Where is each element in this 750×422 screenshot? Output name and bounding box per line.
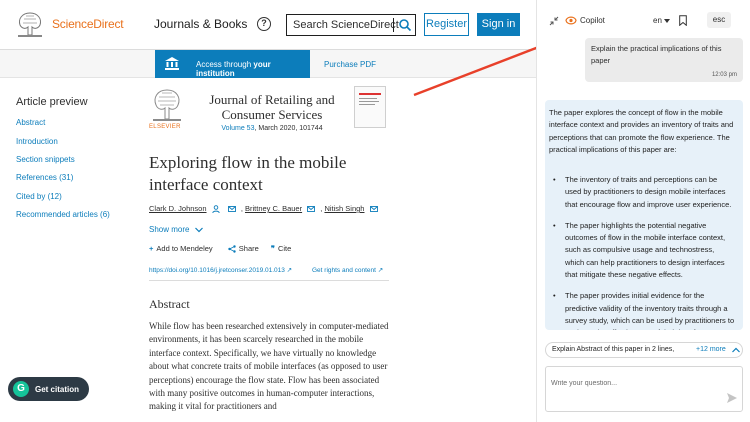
grammarly-icon: G xyxy=(13,381,29,397)
institution-icon xyxy=(165,57,179,70)
user-message-bubble: Explain the practical implications of th… xyxy=(585,38,743,82)
outline-item-recommended[interactable]: Recommended articles (6) xyxy=(16,210,110,219)
search-input[interactable]: Search ScienceDirect xyxy=(293,19,399,31)
brand-name[interactable]: ScienceDirect xyxy=(52,17,124,31)
mail-icon[interactable] xyxy=(307,206,316,212)
mendeley-plus-icon: + xyxy=(149,244,154,253)
doi-link[interactable]: https://doi.org/10.1016/j.jretconser.201… xyxy=(149,266,292,274)
add-to-mendeley-button[interactable]: + Add to Mendeley xyxy=(149,244,213,253)
outline-item-cited-by[interactable]: Cited by (12) xyxy=(16,192,62,201)
outline-item-abstract[interactable]: Abstract xyxy=(16,118,45,127)
share-label: Share xyxy=(238,244,259,253)
esc-close-button[interactable]: esc xyxy=(707,12,731,28)
suggestion-chip[interactable]: Explain Abstract of this paper in 2 line… xyxy=(545,342,743,358)
access-institution-button[interactable]: Access through your institution xyxy=(155,50,310,78)
author-list: Clark D. Johnson , Brittney C. Bauer , N… xyxy=(149,204,381,214)
copilot-icon xyxy=(565,16,577,25)
abstract-heading: Abstract xyxy=(149,297,190,311)
abstract-text: While flow has been researched extensive… xyxy=(149,321,389,412)
elsevier-tree-icon[interactable] xyxy=(150,87,184,124)
mail-icon[interactable] xyxy=(369,206,378,212)
access-label: Access through your institution xyxy=(196,60,310,78)
share-icon xyxy=(228,245,236,253)
rights-content-link[interactable]: Get rights and content ↗ xyxy=(312,266,383,274)
collapse-icon[interactable] xyxy=(549,16,559,26)
more-suggestions-button[interactable]: +12 more xyxy=(696,346,726,353)
journals-books-link[interactable]: Journals & Books xyxy=(154,17,247,31)
mail-icon[interactable] xyxy=(227,206,236,212)
share-button[interactable]: Share xyxy=(225,244,259,253)
search-box[interactable]: Search ScienceDirect xyxy=(286,14,416,36)
chevron-down-icon xyxy=(194,227,203,233)
message-timestamp: 12:03 pm xyxy=(711,72,737,78)
journal-cover-image[interactable] xyxy=(354,86,386,128)
tree-logo-icon[interactable] xyxy=(14,9,46,39)
outline-item-section-snippets[interactable]: Section snippets xyxy=(16,155,75,164)
list-item: The paper highlights the potential negat… xyxy=(549,220,735,281)
help-icon[interactable]: ? xyxy=(257,17,271,31)
outline-item-references[interactable]: References (31) xyxy=(16,173,73,182)
list-item: The inventory of traits and perceptions … xyxy=(549,174,735,211)
volume-line: Volume 53, March 2020, 101744 xyxy=(207,125,337,132)
user-message-text: Explain the practical implications of th… xyxy=(591,44,722,65)
language-value: en xyxy=(653,16,662,25)
get-citation-button[interactable]: G Get citation xyxy=(8,377,89,401)
section-divider xyxy=(149,280,389,281)
assistant-intro-text: The paper explores the concept of flow i… xyxy=(549,108,734,154)
author-link[interactable]: Nitish Singh xyxy=(324,204,364,213)
cover-line xyxy=(359,98,377,99)
assistant-points-list: The inventory of traits and perceptions … xyxy=(549,174,735,330)
send-icon[interactable] xyxy=(726,392,738,404)
author-link[interactable]: Clark D. Johnson xyxy=(149,204,207,213)
cite-label: Cite xyxy=(277,244,292,253)
author-link[interactable]: Brittney C. Bauer xyxy=(245,204,302,213)
outline-item-introduction[interactable]: Introduction xyxy=(16,137,58,146)
chevron-up-icon[interactable] xyxy=(732,347,740,353)
cover-line xyxy=(359,101,379,102)
cover-line xyxy=(359,104,375,105)
user-icon[interactable] xyxy=(211,205,220,214)
question-input-box[interactable] xyxy=(545,366,743,412)
cover-stripe xyxy=(359,93,381,95)
assistant-message-bubble: The paper explores the concept of flow i… xyxy=(545,100,743,330)
chevron-down-icon xyxy=(664,19,671,23)
copilot-header: Copilot en esc xyxy=(537,0,750,40)
list-item: The paper provides initial evidence for … xyxy=(549,290,735,330)
show-more-button[interactable]: Show more xyxy=(149,225,206,234)
copilot-title: Copilot xyxy=(580,16,605,25)
mendeley-label: Add to Mendeley xyxy=(156,244,213,253)
volume-link[interactable]: Volume 53 xyxy=(221,125,254,132)
bookmark-icon[interactable] xyxy=(679,15,687,26)
search-divider xyxy=(393,18,394,32)
elsevier-wordmark: ELSEVIER xyxy=(149,124,181,130)
access-prefix: Access through xyxy=(196,60,254,69)
article-actions: + Add to Mendeley Share ❞ Cite xyxy=(149,244,301,253)
get-citation-label: Get citation xyxy=(35,385,80,394)
volume-date: , March 2020, 101744 xyxy=(254,125,323,132)
language-selector[interactable]: en xyxy=(653,16,671,25)
cite-button[interactable]: ❞ Cite xyxy=(271,244,291,253)
article-title: Exploring flow in the mobile interface c… xyxy=(149,153,347,194)
show-more-label: Show more xyxy=(149,225,190,234)
journal-title[interactable]: Journal of Retailing and Consumer Servic… xyxy=(207,92,337,122)
purchase-pdf-link[interactable]: Purchase PDF xyxy=(324,60,376,69)
question-input[interactable] xyxy=(551,376,711,390)
quote-icon: ❞ xyxy=(270,244,275,253)
suggestion-text[interactable]: Explain Abstract of this paper in 2 line… xyxy=(552,346,674,353)
copilot-panel: Copilot en esc Explain the practical imp… xyxy=(536,0,750,422)
outline-title: Article preview xyxy=(16,96,88,108)
